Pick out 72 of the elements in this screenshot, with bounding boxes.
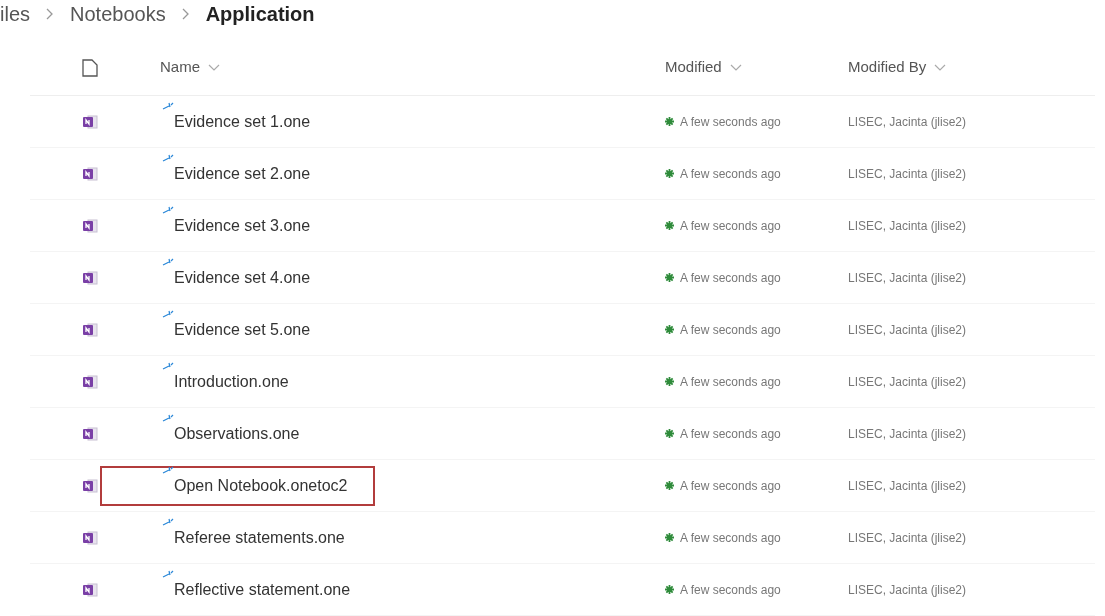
breadcrumb-item[interactable]: iles xyxy=(0,0,30,29)
modified-time: A few seconds ago xyxy=(680,217,781,235)
modified-by: LISEC, Jacinta (jlise2) xyxy=(848,529,967,547)
file-name-link[interactable]: Evidence set 5.one xyxy=(100,309,375,350)
modified-time: A few seconds ago xyxy=(680,269,781,287)
file-name-link[interactable]: Introduction.one xyxy=(100,361,375,402)
new-item-icon xyxy=(162,309,174,320)
new-item-icon xyxy=(162,153,174,164)
modified-by: LISEC, Jacinta (jlise2) xyxy=(848,373,967,391)
asterisk-icon xyxy=(665,117,674,126)
new-item-icon xyxy=(162,413,174,424)
file-name-link[interactable]: Evidence set 2.one xyxy=(100,153,375,194)
breadcrumb-separator-icon xyxy=(181,8,190,20)
modified-time: A few seconds ago xyxy=(680,529,781,547)
chevron-down-icon xyxy=(934,63,947,72)
onenote-file-icon xyxy=(82,113,98,130)
file-name-link[interactable]: Referee statements.one xyxy=(100,517,375,558)
onenote-file-icon xyxy=(82,373,98,390)
modified-time: A few seconds ago xyxy=(680,581,781,599)
onenote-file-icon xyxy=(82,425,98,442)
file-name-link[interactable]: Evidence set 1.one xyxy=(100,101,375,142)
column-header[interactable]: Modified xyxy=(665,56,848,79)
breadcrumb-item[interactable]: Notebooks xyxy=(70,0,166,29)
modified-time: A few seconds ago xyxy=(680,425,781,443)
modified-time: A few seconds ago xyxy=(680,321,781,339)
modified-time: A few seconds ago xyxy=(680,477,781,495)
asterisk-icon xyxy=(665,533,674,542)
file-name-link[interactable]: Reflective statement.one xyxy=(100,569,375,610)
onenote-file-icon xyxy=(82,321,98,338)
asterisk-icon xyxy=(665,481,674,490)
onenote-file-icon xyxy=(82,581,98,598)
column-header[interactable]: Name xyxy=(160,56,665,79)
asterisk-icon xyxy=(665,273,674,282)
file-name-link[interactable]: Evidence set 3.one xyxy=(100,205,375,246)
breadcrumb-separator-icon xyxy=(46,8,54,20)
chevron-down-icon xyxy=(208,63,220,72)
modified-time: A few seconds ago xyxy=(680,113,781,131)
onenote-file-icon xyxy=(82,477,98,494)
asterisk-icon xyxy=(665,429,674,438)
onenote-file-icon xyxy=(82,217,98,234)
new-item-icon xyxy=(162,361,174,372)
new-item-icon xyxy=(162,101,174,112)
onenote-file-icon xyxy=(82,165,98,182)
modified-by: LISEC, Jacinta (jlise2) xyxy=(848,477,967,495)
asterisk-icon xyxy=(665,585,674,594)
modified-by: LISEC, Jacinta (jlise2) xyxy=(848,269,967,287)
new-item-icon xyxy=(162,517,174,528)
modified-by: LISEC, Jacinta (jlise2) xyxy=(848,217,967,235)
modified-by: LISEC, Jacinta (jlise2) xyxy=(848,425,967,443)
new-item-icon xyxy=(162,569,174,580)
column-header[interactable]: Modified By xyxy=(848,56,947,79)
asterisk-icon xyxy=(665,221,674,230)
breadcrumb-item: Application xyxy=(205,2,315,27)
file-name-link[interactable]: Observations.one xyxy=(100,413,375,454)
new-item-icon xyxy=(162,205,174,216)
onenote-file-icon xyxy=(82,269,98,286)
asterisk-icon xyxy=(665,325,674,334)
modified-time: A few seconds ago xyxy=(680,373,781,391)
file-name-link[interactable]: Open Notebook.onetoc2 xyxy=(100,465,375,506)
file-type-icon[interactable] xyxy=(82,58,98,77)
new-item-icon xyxy=(162,257,174,268)
file-name-link[interactable]: Evidence set 4.one xyxy=(100,257,375,298)
modified-by: LISEC, Jacinta (jlise2) xyxy=(848,113,967,131)
onenote-file-icon xyxy=(82,529,98,546)
asterisk-icon xyxy=(665,169,674,178)
modified-by: LISEC, Jacinta (jlise2) xyxy=(848,581,967,599)
modified-by: LISEC, Jacinta (jlise2) xyxy=(848,321,967,339)
asterisk-icon xyxy=(665,377,674,386)
modified-by: LISEC, Jacinta (jlise2) xyxy=(848,165,967,183)
new-item-icon xyxy=(162,465,174,476)
chevron-down-icon xyxy=(729,63,742,72)
modified-time: A few seconds ago xyxy=(680,165,781,183)
